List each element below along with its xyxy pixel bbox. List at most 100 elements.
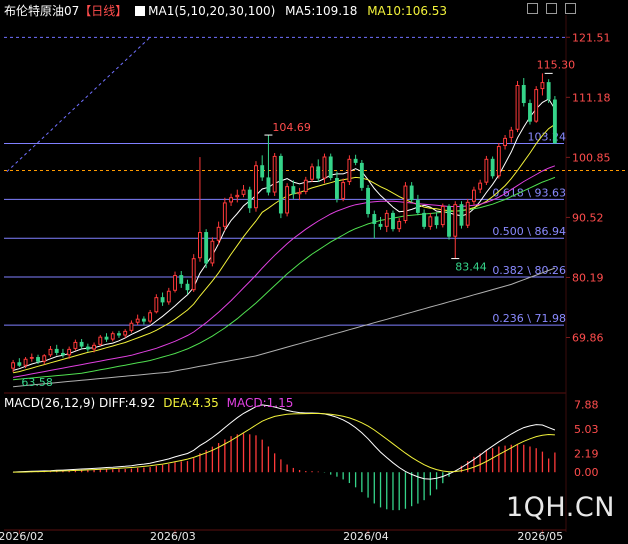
candle-body <box>67 348 72 356</box>
candle-body <box>409 185 414 201</box>
candle <box>316 159 321 183</box>
candle <box>341 178 346 202</box>
candle <box>353 154 358 166</box>
candle <box>521 78 526 107</box>
time-tick-label: 2026/04 <box>343 530 389 543</box>
candle-body <box>472 189 476 202</box>
candle-body <box>210 240 215 264</box>
candle <box>129 320 134 333</box>
candle <box>490 156 495 179</box>
candle <box>496 143 501 179</box>
candle-body <box>540 82 545 90</box>
candle <box>148 309 153 324</box>
candle-body <box>372 214 377 224</box>
prev-high-label: 104.69 <box>272 121 311 134</box>
candle-body <box>521 85 526 104</box>
candle <box>85 343 90 352</box>
candle <box>266 135 271 196</box>
candle-body <box>397 221 402 230</box>
candle-body <box>254 165 258 209</box>
fib-level-label: 103.24 <box>528 130 567 143</box>
macd-tick-label: 2.19 <box>574 447 599 460</box>
candle <box>222 197 227 231</box>
candle-body <box>29 357 34 359</box>
candle <box>229 193 233 206</box>
candlesticks <box>11 73 557 373</box>
candle-body <box>278 155 283 214</box>
candle <box>397 218 402 233</box>
candle <box>61 348 65 358</box>
candle-body <box>496 146 501 177</box>
price-tick-label: 100.85 <box>572 151 611 164</box>
candle-body <box>48 348 53 356</box>
candle <box>123 329 128 338</box>
candle <box>241 184 246 198</box>
chart-window: 布伦特原油07【日线】 MA1(5,10,20,30,100) MA5:109.… <box>0 0 628 544</box>
price-tick-label: 121.51 <box>572 31 611 44</box>
candle <box>528 99 532 125</box>
candle <box>29 353 34 362</box>
candle-body <box>123 330 128 336</box>
candle-body <box>61 352 65 356</box>
price-tick-label: 111.18 <box>572 91 611 104</box>
candle <box>247 186 252 213</box>
candle-body <box>148 312 153 322</box>
candle-body <box>434 216 439 226</box>
candle <box>359 159 364 191</box>
candle-body <box>166 290 171 303</box>
candle <box>552 96 557 144</box>
candle <box>204 229 209 269</box>
candle-body <box>42 355 47 362</box>
candle <box>453 201 458 259</box>
candle-body <box>310 166 314 180</box>
candle <box>540 73 545 96</box>
candle <box>160 292 165 306</box>
candle-body <box>266 177 271 193</box>
candle-body <box>378 223 383 227</box>
candle-body <box>447 205 451 237</box>
price-chart[interactable]: 103.240.618 \ 93.630.500 \ 86.940.382 \ … <box>0 0 628 544</box>
price-tick-label: 90.52 <box>572 211 604 224</box>
candle <box>135 314 140 326</box>
candle <box>235 189 240 203</box>
candle <box>154 294 159 314</box>
candle-body <box>198 232 202 259</box>
candle <box>254 161 258 212</box>
candle-body <box>328 156 333 179</box>
candle <box>310 163 314 183</box>
candle <box>198 157 202 262</box>
candle <box>179 271 184 288</box>
candle-body <box>391 212 395 230</box>
candle-body <box>23 358 28 366</box>
candle <box>79 339 84 349</box>
candle <box>478 179 483 194</box>
candle <box>285 183 290 217</box>
trend-dashed-line <box>6 36 151 172</box>
candle-body <box>403 185 408 222</box>
start-low-label: 63.58 <box>21 376 53 389</box>
candle <box>391 210 395 232</box>
candle <box>422 209 427 230</box>
time-tick-label: 2026/05 <box>517 530 563 543</box>
candle <box>110 331 115 342</box>
candle-body <box>241 189 246 195</box>
candle <box>185 279 190 295</box>
candle-body <box>335 178 339 199</box>
candle <box>166 287 171 305</box>
candle-body <box>384 212 389 227</box>
candle-body <box>104 336 109 340</box>
candle <box>546 79 551 104</box>
candle-body <box>204 232 209 264</box>
candle-body <box>110 333 115 340</box>
candle-body <box>546 82 551 100</box>
ma100-line <box>13 267 556 388</box>
candle <box>415 194 420 216</box>
macd-dea-value: DEA:4.35 <box>163 396 219 410</box>
candle-body <box>552 99 557 144</box>
candle-body <box>347 158 352 183</box>
candle <box>297 187 302 201</box>
candle <box>17 358 22 367</box>
fib-level-label: 0.382 \ 80.26 <box>492 264 566 277</box>
candle-body <box>503 137 507 147</box>
candle-body <box>453 204 458 237</box>
